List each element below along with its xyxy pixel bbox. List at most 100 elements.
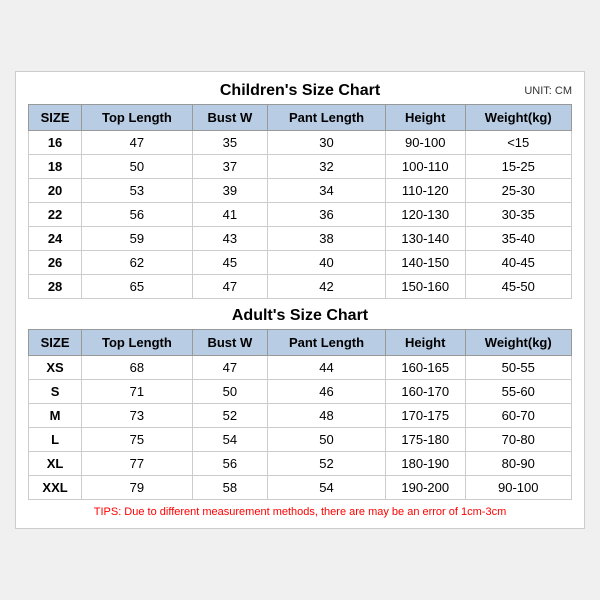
table-cell: M: [29, 404, 82, 428]
adult-title-row: Adult's Size Chart: [28, 307, 572, 325]
table-cell: 25-30: [465, 179, 572, 203]
tips-text: TIPS: Due to different measurement metho…: [28, 506, 572, 518]
table-cell: 170-175: [385, 404, 465, 428]
adult-col-header-height: Height: [385, 330, 465, 356]
children-header-row: SIZE Top Length Bust W Pant Length Heigh…: [29, 105, 572, 131]
table-cell: S: [29, 380, 82, 404]
adult-table: SIZE Top Length Bust W Pant Length Heigh…: [28, 329, 572, 500]
table-cell: <15: [465, 131, 572, 155]
adult-col-header-size: SIZE: [29, 330, 82, 356]
table-cell: 54: [192, 428, 267, 452]
table-cell: 37: [192, 155, 267, 179]
table-cell: XXL: [29, 476, 82, 500]
table-cell: 70-80: [465, 428, 572, 452]
table-cell: L: [29, 428, 82, 452]
adult-col-header-bust-w: Bust W: [192, 330, 267, 356]
table-cell: 45: [192, 251, 267, 275]
table-cell: 47: [82, 131, 192, 155]
table-row: XS684744160-16550-55: [29, 356, 572, 380]
table-cell: 50: [82, 155, 192, 179]
table-cell: 77: [82, 452, 192, 476]
table-cell: 56: [192, 452, 267, 476]
table-cell: 100-110: [385, 155, 465, 179]
col-header-top-length: Top Length: [82, 105, 192, 131]
table-cell: 45-50: [465, 275, 572, 299]
table-cell: 50: [192, 380, 267, 404]
table-cell: 54: [268, 476, 386, 500]
table-cell: 47: [192, 275, 267, 299]
table-cell: 56: [82, 203, 192, 227]
table-row: 22564136120-13030-35: [29, 203, 572, 227]
table-cell: 16: [29, 131, 82, 155]
table-cell: 26: [29, 251, 82, 275]
table-cell: 180-190: [385, 452, 465, 476]
table-cell: 34: [268, 179, 386, 203]
adult-col-header-pant-length: Pant Length: [268, 330, 386, 356]
adult-col-header-weight: Weight(kg): [465, 330, 572, 356]
table-cell: 75: [82, 428, 192, 452]
table-cell: 30: [268, 131, 386, 155]
table-cell: 120-130: [385, 203, 465, 227]
table-cell: 150-160: [385, 275, 465, 299]
table-cell: 24: [29, 227, 82, 251]
table-cell: 68: [82, 356, 192, 380]
table-cell: 53: [82, 179, 192, 203]
table-cell: 35-40: [465, 227, 572, 251]
table-cell: 36: [268, 203, 386, 227]
children-table: SIZE Top Length Bust W Pant Length Heigh…: [28, 104, 572, 299]
table-cell: 40: [268, 251, 386, 275]
table-cell: 175-180: [385, 428, 465, 452]
table-cell: 110-120: [385, 179, 465, 203]
table-cell: XL: [29, 452, 82, 476]
table-cell: 190-200: [385, 476, 465, 500]
table-cell: 22: [29, 203, 82, 227]
children-title: Children's Size Chart: [220, 82, 380, 100]
table-cell: XS: [29, 356, 82, 380]
table-cell: 90-100: [465, 476, 572, 500]
table-cell: 71: [82, 380, 192, 404]
col-header-weight: Weight(kg): [465, 105, 572, 131]
table-cell: 52: [192, 404, 267, 428]
table-cell: 42: [268, 275, 386, 299]
table-cell: 44: [268, 356, 386, 380]
table-cell: 35: [192, 131, 267, 155]
unit-label: UNIT: CM: [524, 85, 572, 97]
table-cell: 90-100: [385, 131, 465, 155]
table-cell: 79: [82, 476, 192, 500]
table-cell: 30-35: [465, 203, 572, 227]
table-row: 20533934110-12025-30: [29, 179, 572, 203]
table-cell: 130-140: [385, 227, 465, 251]
table-cell: 58: [192, 476, 267, 500]
table-cell: 18: [29, 155, 82, 179]
chart-container: Children's Size Chart UNIT: CM SIZE Top …: [15, 71, 585, 529]
table-cell: 50-55: [465, 356, 572, 380]
table-cell: 80-90: [465, 452, 572, 476]
table-row: S715046160-17055-60: [29, 380, 572, 404]
table-row: XXL795854190-20090-100: [29, 476, 572, 500]
table-row: 28654742150-16045-50: [29, 275, 572, 299]
table-cell: 28: [29, 275, 82, 299]
col-header-pant-length: Pant Length: [268, 105, 386, 131]
table-row: 26624540140-15040-45: [29, 251, 572, 275]
table-cell: 65: [82, 275, 192, 299]
table-row: 24594338130-14035-40: [29, 227, 572, 251]
col-header-height: Height: [385, 105, 465, 131]
col-header-bust-w: Bust W: [192, 105, 267, 131]
table-row: L755450175-18070-80: [29, 428, 572, 452]
table-cell: 40-45: [465, 251, 572, 275]
table-row: 1647353090-100<15: [29, 131, 572, 155]
adult-header-row: SIZE Top Length Bust W Pant Length Heigh…: [29, 330, 572, 356]
table-cell: 50: [268, 428, 386, 452]
table-row: XL775652180-19080-90: [29, 452, 572, 476]
table-cell: 60-70: [465, 404, 572, 428]
table-cell: 46: [268, 380, 386, 404]
adult-col-header-top-length: Top Length: [82, 330, 192, 356]
table-cell: 48: [268, 404, 386, 428]
table-cell: 32: [268, 155, 386, 179]
table-cell: 160-165: [385, 356, 465, 380]
table-cell: 15-25: [465, 155, 572, 179]
table-row: 18503732100-11015-25: [29, 155, 572, 179]
table-cell: 160-170: [385, 380, 465, 404]
table-cell: 62: [82, 251, 192, 275]
table-cell: 43: [192, 227, 267, 251]
